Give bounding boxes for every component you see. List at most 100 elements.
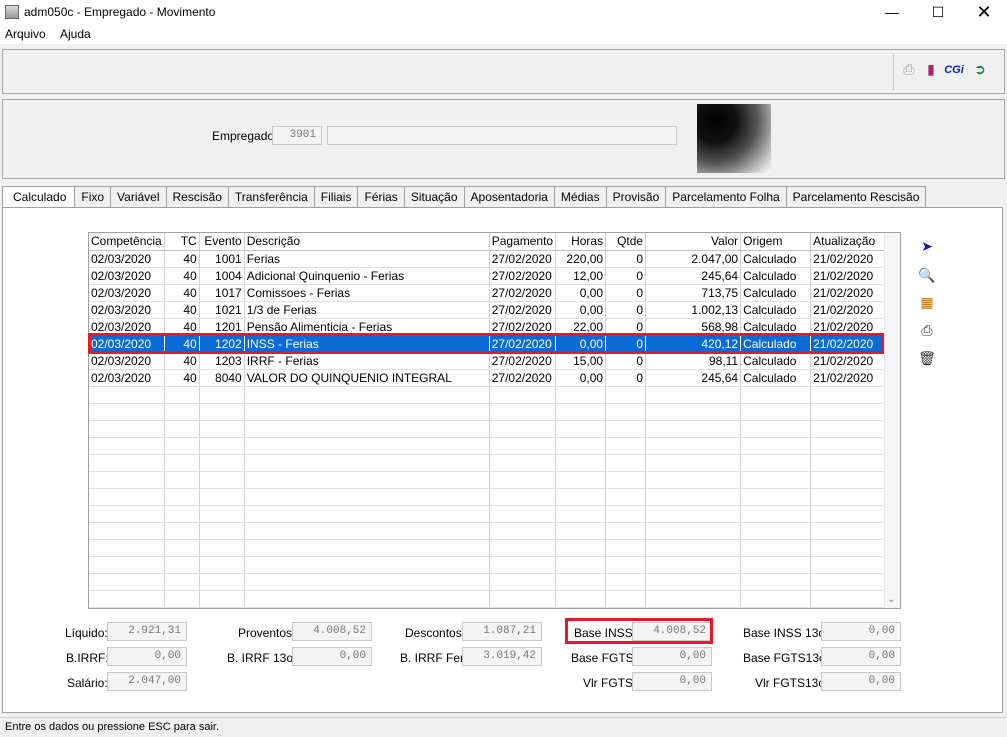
- cell-origem[interactable]: Calculado: [740, 267, 812, 285]
- liquido-field[interactable]: 2.921,31: [107, 622, 187, 641]
- tab-variavel[interactable]: Variável: [111, 186, 167, 208]
- col-atualizacao[interactable]: Atualização: [810, 233, 892, 251]
- tab-calculado[interactable]: Calculado: [2, 186, 76, 208]
- tab-provisao[interactable]: Provisão: [606, 186, 667, 208]
- cell-pagamento[interactable]: 27/02/2020: [489, 301, 557, 319]
- cell-horas[interactable]: 220,00: [555, 250, 607, 268]
- columns-icon[interactable]: ▦: [918, 294, 936, 311]
- cell-tc[interactable]: 40: [164, 267, 200, 285]
- col-evento[interactable]: Evento: [199, 233, 245, 251]
- events-grid[interactable]: Competência TC Evento Descrição Pagament…: [88, 232, 901, 609]
- cell-evento[interactable]: 1021: [199, 301, 245, 319]
- cell-horas[interactable]: 0,00: [555, 369, 607, 387]
- cell-atualizacao[interactable]: 21/02/2020: [810, 352, 892, 370]
- cell-tc[interactable]: 40: [164, 250, 200, 268]
- table-row[interactable]: 02/03/2020 40 1001 Ferias 27/02/2020 220,00 0 2…: [89, 250, 892, 268]
- cell-tc[interactable]: 40: [164, 352, 200, 370]
- send-icon[interactable]: ➤: [918, 238, 936, 255]
- cell-origem[interactable]: Calculado: [740, 250, 812, 268]
- cell-valor[interactable]: 98,11: [645, 352, 742, 370]
- book-icon[interactable]: ▮: [921, 61, 941, 78]
- cell-pagamento[interactable]: 27/02/2020: [489, 250, 557, 268]
- cell-descricao[interactable]: Adicional Quinquenio - Ferias: [244, 267, 490, 285]
- cell-valor[interactable]: 713,75: [645, 284, 742, 302]
- cell-evento[interactable]: 1203: [199, 352, 245, 370]
- cell-qtde[interactable]: 0: [605, 352, 647, 370]
- cell-qtde[interactable]: 0: [605, 284, 647, 302]
- employee-code-field[interactable]: 3901: [272, 126, 322, 145]
- cell-evento[interactable]: 1004: [199, 267, 245, 285]
- tab-parcelamento-folha[interactable]: Parcelamento Folha: [666, 186, 787, 208]
- close-icon[interactable]: ✕: [961, 0, 1007, 24]
- cell-competencia[interactable]: 02/03/2020: [89, 250, 165, 268]
- vlr-fgts13-field[interactable]: 0,00: [821, 672, 901, 691]
- tab-aposentadoria[interactable]: Aposentadoria: [464, 186, 555, 208]
- cell-descricao[interactable]: VALOR DO QUINQUENIO INTEGRAL: [244, 369, 490, 387]
- tab-situacao[interactable]: Situação: [404, 186, 465, 208]
- vlr-fgts-field[interactable]: 0,00: [632, 672, 712, 691]
- cell-evento[interactable]: 1017: [199, 284, 245, 302]
- salario-field[interactable]: 2.047,00: [107, 672, 187, 691]
- cell-descricao[interactable]: Comissoes - Ferias: [244, 284, 490, 302]
- maximize-icon[interactable]: ☐: [915, 0, 961, 24]
- col-qtde[interactable]: Qtde: [605, 233, 647, 251]
- cell-competencia[interactable]: 02/03/2020: [89, 284, 165, 302]
- table-row[interactable]: 02/03/2020 40 1203 IRRF - Ferias 27/02/2020 1…: [89, 352, 892, 370]
- cell-atualizacao[interactable]: 21/02/2020: [810, 250, 892, 268]
- table-row[interactable]: 02/03/2020 40 8040 VALOR DO QUINQUENIO INTE…: [89, 369, 892, 387]
- menu-arquivo[interactable]: Arquivo: [5, 27, 46, 41]
- cell-pagamento[interactable]: 27/02/2020: [489, 284, 557, 302]
- cell-horas[interactable]: 15,00: [555, 352, 607, 370]
- base-fgts-field[interactable]: 0,00: [632, 647, 712, 666]
- cell-horas[interactable]: 0,00: [555, 301, 607, 319]
- col-horas[interactable]: Horas: [555, 233, 607, 251]
- exit-door-icon[interactable]: ➲: [970, 61, 990, 78]
- cell-qtde[interactable]: 0: [605, 301, 647, 319]
- col-valor[interactable]: Valor: [645, 233, 742, 251]
- trash-icon[interactable]: 🗑: [918, 350, 936, 367]
- cell-atualizacao[interactable]: 21/02/2020: [810, 301, 892, 319]
- tab-parcelamento-rescisao[interactable]: Parcelamento Rescisão: [786, 186, 927, 208]
- cell-valor[interactable]: 1.002,13: [645, 301, 742, 319]
- cell-evento[interactable]: 1001: [199, 250, 245, 268]
- col-pagamento[interactable]: Pagamento: [489, 233, 557, 251]
- cell-qtde[interactable]: 0: [605, 267, 647, 285]
- cell-tc[interactable]: 40: [164, 369, 200, 387]
- cell-descricao[interactable]: IRRF - Ferias: [244, 352, 490, 370]
- cell-pagamento[interactable]: 27/02/2020: [489, 267, 557, 285]
- table-row[interactable]: 02/03/2020 40 1004 Adicional Quinquenio - F…: [89, 267, 892, 285]
- cell-qtde[interactable]: 0: [605, 369, 647, 387]
- tab-medias[interactable]: Médias: [554, 186, 607, 208]
- cell-competencia[interactable]: 02/03/2020: [89, 267, 165, 285]
- cell-competencia[interactable]: 02/03/2020: [89, 369, 165, 387]
- cell-pagamento[interactable]: 27/02/2020: [489, 352, 557, 370]
- cell-qtde[interactable]: 0: [605, 250, 647, 268]
- cell-pagamento[interactable]: 27/02/2020: [489, 369, 557, 387]
- cell-valor[interactable]: 245,64: [645, 369, 742, 387]
- cell-descricao[interactable]: Ferias: [244, 250, 490, 268]
- cell-atualizacao[interactable]: 21/02/2020: [810, 369, 892, 387]
- cell-evento[interactable]: 8040: [199, 369, 245, 387]
- descontos-field[interactable]: 1.087,21: [462, 622, 542, 641]
- grid-scrollbar[interactable]: [884, 233, 900, 608]
- base-fgts13-field[interactable]: 0,00: [821, 647, 901, 666]
- cell-valor[interactable]: 245,64: [645, 267, 742, 285]
- cell-origem[interactable]: Calculado: [740, 301, 812, 319]
- tab-filiais[interactable]: Filiais: [314, 186, 359, 208]
- cell-atualizacao[interactable]: 21/02/2020: [810, 267, 892, 285]
- col-descricao[interactable]: Descrição: [244, 233, 490, 251]
- cell-horas[interactable]: 0,00: [555, 284, 607, 302]
- table-row[interactable]: 02/03/2020 40 1021 1/3 de Ferias 27/02/2020 0…: [89, 301, 892, 319]
- cell-tc[interactable]: 40: [164, 284, 200, 302]
- table-row[interactable]: 02/03/2020 40 1017 Comissoes - Ferias 27/02/…: [89, 284, 892, 302]
- cell-competencia[interactable]: 02/03/2020: [89, 352, 165, 370]
- search-user-icon[interactable]: 🔍: [918, 267, 936, 284]
- cell-valor[interactable]: 2.047,00: [645, 250, 742, 268]
- menu-ajuda[interactable]: Ajuda: [60, 27, 91, 41]
- col-tc[interactable]: TC: [164, 233, 200, 251]
- cell-origem[interactable]: Calculado: [740, 352, 812, 370]
- chevron-down-icon[interactable]: ⌄: [887, 594, 895, 605]
- print-icon[interactable]: ⎙: [899, 61, 919, 78]
- tab-transferencia[interactable]: Transferência: [228, 186, 315, 208]
- cell-origem[interactable]: Calculado: [740, 284, 812, 302]
